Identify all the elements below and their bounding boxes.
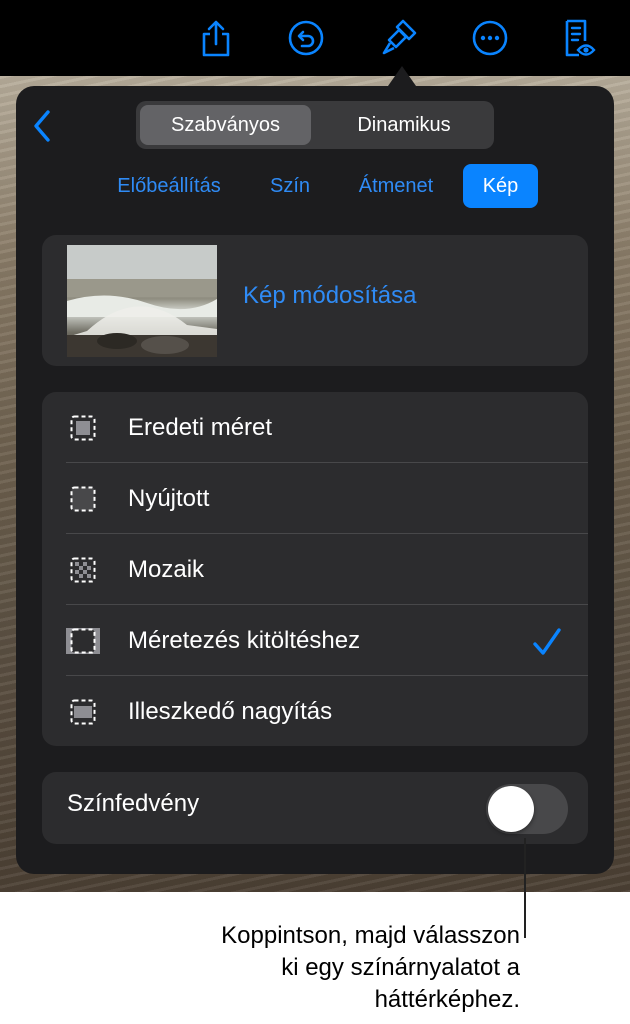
list-item-original-size[interactable]: Eredeti méret	[42, 392, 588, 463]
callout-line-3: háttérképhez.	[374, 986, 520, 1013]
toolbar	[0, 0, 630, 76]
option-label: Eredeti méret	[128, 414, 273, 441]
tile-icon	[70, 557, 96, 583]
image-thumbnail[interactable]	[67, 245, 217, 357]
popover-caret	[388, 66, 416, 86]
stretch-icon	[70, 486, 96, 512]
list-item-scale-to-fit[interactable]: Illeszkedő nagyítás	[42, 676, 588, 747]
tab-image[interactable]: Kép	[463, 164, 538, 208]
tab-preset[interactable]: Előbeállítás	[102, 164, 236, 208]
share-icon[interactable]	[194, 16, 238, 60]
callout-line-2: ki egy színárnyalatot a	[281, 954, 520, 981]
list-item-scale-to-fill[interactable]: Méretezés kitöltéshez	[42, 605, 588, 676]
more-icon[interactable]	[468, 16, 512, 60]
option-label: Mozaik	[128, 556, 205, 583]
undo-icon[interactable]	[284, 16, 328, 60]
checkmark-icon	[532, 624, 562, 660]
fill-type-segmented-control: Szabványos Dinamikus	[136, 101, 494, 149]
original-size-icon	[70, 415, 96, 441]
option-label: Illeszkedő nagyítás	[128, 698, 333, 725]
scale-to-fit-icon	[70, 699, 96, 725]
toggle-knob	[488, 786, 534, 832]
callout-leader-line	[524, 838, 526, 938]
callout-line-1: Koppintson, majd válasszon	[221, 922, 520, 949]
tab-color[interactable]: Szín	[258, 164, 322, 208]
change-image-link[interactable]: Kép módosítása	[243, 282, 416, 310]
callout-text: Koppintson, majd válasszon ki egy színár…	[100, 920, 520, 1016]
list-item-stretch[interactable]: Nyújtott	[42, 463, 588, 534]
color-overlay-toggle[interactable]	[486, 784, 568, 834]
option-label: Nyújtott	[128, 485, 210, 512]
reader-view-icon[interactable]	[556, 16, 600, 60]
scale-to-fill-icon	[66, 628, 100, 654]
list-item-tile[interactable]: Mozaik	[42, 534, 588, 605]
paintbrush-icon[interactable]	[377, 16, 421, 60]
segment-standard[interactable]: Szabványos	[140, 105, 311, 145]
option-label: Méretezés kitöltéshez	[128, 627, 361, 654]
back-chevron-icon[interactable]	[28, 106, 56, 146]
segment-dynamic[interactable]: Dinamikus	[318, 105, 490, 145]
tab-gradient[interactable]: Átmenet	[343, 164, 449, 208]
color-overlay-label: Színfedvény	[67, 790, 200, 817]
